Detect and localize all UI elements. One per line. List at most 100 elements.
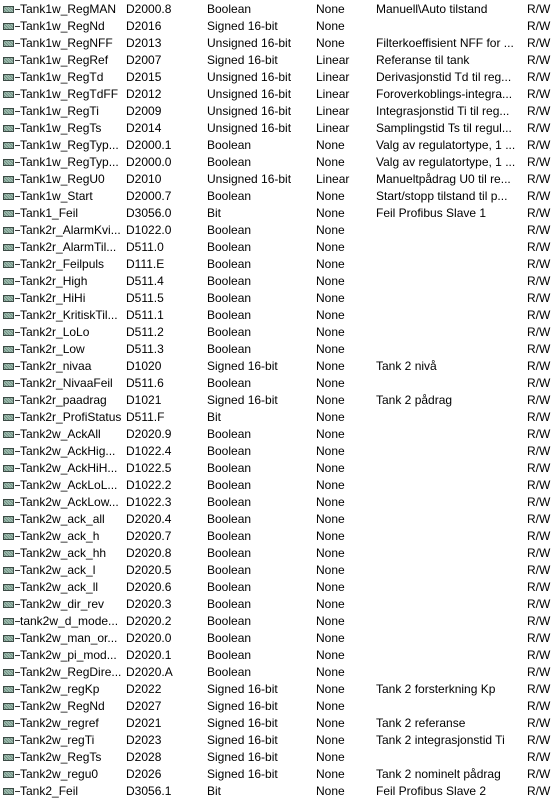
cell-data-type: Signed 16-bit (207, 53, 278, 67)
cell-address: D2020.8 (126, 546, 172, 560)
cell-address: D2007 (126, 53, 162, 67)
tag-variable-icon (3, 482, 20, 489)
tag-row[interactable]: Tank2w_ack_h D2020.7 Boolean None R/W (0, 528, 556, 545)
tag-variable-icon (3, 6, 20, 13)
cell-name: Tank2w_man_or... (20, 631, 118, 645)
cell-description: Manueltpådrag U0 til re... (376, 172, 511, 186)
tag-row[interactable]: Tank2w_pi_mod... D2020.1 Boolean None R/W (0, 647, 556, 664)
cell-address: D2012 (126, 87, 162, 101)
tag-row[interactable]: Tank1w_RegTyp... D2000.1 Boolean None Valg a… (0, 137, 556, 154)
cell-data-type: Bit (207, 206, 222, 220)
tag-row[interactable]: Tank1w_RegRef D2007 Signed 16-bit Linear Ref… (0, 52, 556, 69)
cell-name: Tank1w_RegU0 (20, 172, 105, 186)
tag-row[interactable]: Tank2w_dir_rev D2020.3 Boolean None R/W (0, 596, 556, 613)
tag-variable-icon (3, 142, 20, 149)
cell-data-type: Boolean (207, 512, 252, 526)
tag-row[interactable]: Tank2r_High D511.4 Boolean None R/W (0, 273, 556, 290)
tag-row[interactable]: Tank2w_RegTs D2028 Signed 16-bit None R/W (0, 749, 556, 766)
cell-scaling: None (316, 189, 345, 203)
tag-row[interactable]: Tank2r_NivaaFeil D511.6 Boolean None R/W (0, 375, 556, 392)
tag-variable-icon (3, 754, 20, 761)
cell-name: Tank1w_Start (20, 189, 93, 203)
cell-name: Tank2r_Low (20, 342, 85, 356)
cell-name: tank2w_d_mode... (20, 614, 119, 628)
cell-access: R/W (527, 665, 551, 679)
cell-access: R/W (527, 427, 551, 441)
cell-address: D2028 (126, 750, 162, 764)
tag-row[interactable]: Tank2_Feil D3056.1 Bit None Feil Profibus Sl… (0, 783, 556, 800)
tag-row[interactable]: Tank1w_RegTd D2015 Unsigned 16-bit Linear De… (0, 69, 556, 86)
tag-row[interactable]: Tank2r_Feilpuls D111.E Boolean None R/W (0, 256, 556, 273)
cell-scaling: None (316, 2, 345, 16)
cell-description: Valg av regulatortype, 1 ... (376, 138, 516, 152)
cell-data-type: Boolean (207, 325, 252, 339)
tag-row[interactable]: Tank2r_AlarmTil... D511.0 Boolean None R/W (0, 239, 556, 256)
tag-row[interactable]: Tank2w_AckAll D2020.9 Boolean None R/W (0, 426, 556, 443)
tag-row[interactable]: Tank2r_KritiskTil... D511.1 Boolean None R/W (0, 307, 556, 324)
cell-data-type: Boolean (207, 274, 252, 288)
tag-variable-icon (3, 686, 20, 693)
tag-row[interactable]: Tank1w_RegTi D2009 Unsigned 16-bit Linear In… (0, 103, 556, 120)
tag-row[interactable]: Tank1_Feil D3056.0 Bit None Feil Profibus Sl… (0, 205, 556, 222)
tag-row[interactable]: Tank2r_Low D511.3 Boolean None R/W (0, 341, 556, 358)
tag-row[interactable]: Tank2w_ack_l D2020.5 Boolean None R/W (0, 562, 556, 579)
tag-row[interactable]: Tank1w_RegNd D2016 Signed 16-bit None R/W (0, 18, 556, 35)
cell-name: Tank1w_RegTyp... (20, 155, 119, 169)
tag-row[interactable]: Tank2w_RegDire... D2020.A Boolean None R/W (0, 664, 556, 681)
cell-scaling: None (316, 614, 345, 628)
tag-variable-icon (3, 380, 20, 387)
cell-data-type: Boolean (207, 546, 252, 560)
cell-scaling: None (316, 580, 345, 594)
tag-row[interactable]: Tank2r_LoLo D511.2 Boolean None R/W (0, 324, 556, 341)
tag-row[interactable]: tank2w_d_mode... D2020.2 Boolean None R/W (0, 613, 556, 630)
tag-row[interactable]: Tank2w_man_or... D2020.0 Boolean None R/W (0, 630, 556, 647)
tag-variable-icon (3, 312, 20, 319)
cell-data-type: Boolean (207, 427, 252, 441)
tag-row[interactable]: Tank2w_AckHig... D1022.4 Boolean None R/W (0, 443, 556, 460)
tag-row[interactable]: Tank2w_AckHiH... D1022.5 Boolean None R/W (0, 460, 556, 477)
cell-scaling: None (316, 410, 345, 424)
tag-row[interactable]: Tank2r_AlarmKvi... D1022.0 Boolean None R/W (0, 222, 556, 239)
cell-access: R/W (527, 206, 551, 220)
tag-variable-icon (3, 771, 20, 778)
tag-row[interactable]: Tank1w_Start D2000.7 Boolean None Start/stop… (0, 188, 556, 205)
tag-row[interactable]: Tank2w_ack_all D2020.4 Boolean None R/W (0, 511, 556, 528)
cell-name: Tank2w_regTi (20, 733, 95, 747)
cell-name: Tank2r_AlarmKvi... (20, 223, 121, 237)
tag-row[interactable]: Tank1w_RegTdFF D2012 Unsigned 16-bit Linear… (0, 86, 556, 103)
cell-scaling: None (316, 19, 345, 33)
tag-variable-icon (3, 40, 20, 47)
tag-row[interactable]: Tank2r_paadrag D1021 Signed 16-bit None Tank… (0, 392, 556, 409)
tag-row[interactable]: Tank2r_HiHi D511.5 Boolean None R/W (0, 290, 556, 307)
tag-variable-icon (3, 125, 20, 132)
tag-row[interactable]: Tank2w_regu0 D2026 Signed 16-bit None Tank 2… (0, 766, 556, 783)
cell-access: R/W (527, 240, 551, 254)
tag-row[interactable]: Tank2w_RegNd D2027 Signed 16-bit None R/W (0, 698, 556, 715)
cell-name: Tank1w_RegTi (20, 104, 99, 118)
tag-row[interactable]: Tank2w_AckLoL... D1022.2 Boolean None R/W (0, 477, 556, 494)
tag-variable-icon (3, 567, 20, 574)
cell-scaling: None (316, 342, 345, 356)
cell-access: R/W (527, 376, 551, 390)
tag-row[interactable]: Tank2w_regKp D2022 Signed 16-bit None Tank 2… (0, 681, 556, 698)
cell-name: Tank2w_ack_h (20, 529, 100, 543)
tag-row[interactable]: Tank2w_AckLow... D1022.3 Boolean None R/W (0, 494, 556, 511)
tag-row[interactable]: Tank2r_nivaa D1020 Signed 16-bit None Tank 2… (0, 358, 556, 375)
tag-row[interactable]: Tank1w_RegU0 D2010 Unsigned 16-bit Linear Ma… (0, 171, 556, 188)
tag-variable-icon (3, 57, 20, 64)
tag-row[interactable]: Tank1w_RegNFF D2013 Unsigned 16-bit None Fil… (0, 35, 556, 52)
tag-row[interactable]: Tank2w_ack_hh D2020.8 Boolean None R/W (0, 545, 556, 562)
tag-row[interactable]: Tank2w_regTi D2023 Signed 16-bit None Tank 2… (0, 732, 556, 749)
cell-address: D511.4 (126, 274, 164, 288)
cell-description: Samplingstid Ts til regul... (376, 121, 512, 135)
cell-access: R/W (527, 512, 551, 526)
cell-name: Tank2_Feil (20, 784, 79, 798)
tag-row[interactable]: Tank1w_RegMAN D2000.8 Boolean None Manuell\A… (0, 1, 556, 18)
cell-address: D1021 (126, 393, 162, 407)
tag-row[interactable]: Tank2w_regref D2021 Signed 16-bit None Tank … (0, 715, 556, 732)
tag-variable-icon (3, 329, 20, 336)
tag-row[interactable]: Tank1w_RegTs D2014 Unsigned 16-bit Linear Sa… (0, 120, 556, 137)
tag-row[interactable]: Tank1w_RegTyp... D2000.0 Boolean None Valg a… (0, 154, 556, 171)
tag-row[interactable]: Tank2r_ProfiStatus D511.F Bit None R/W (0, 409, 556, 426)
tag-row[interactable]: Tank2w_ack_ll D2020.6 Boolean None R/W (0, 579, 556, 596)
